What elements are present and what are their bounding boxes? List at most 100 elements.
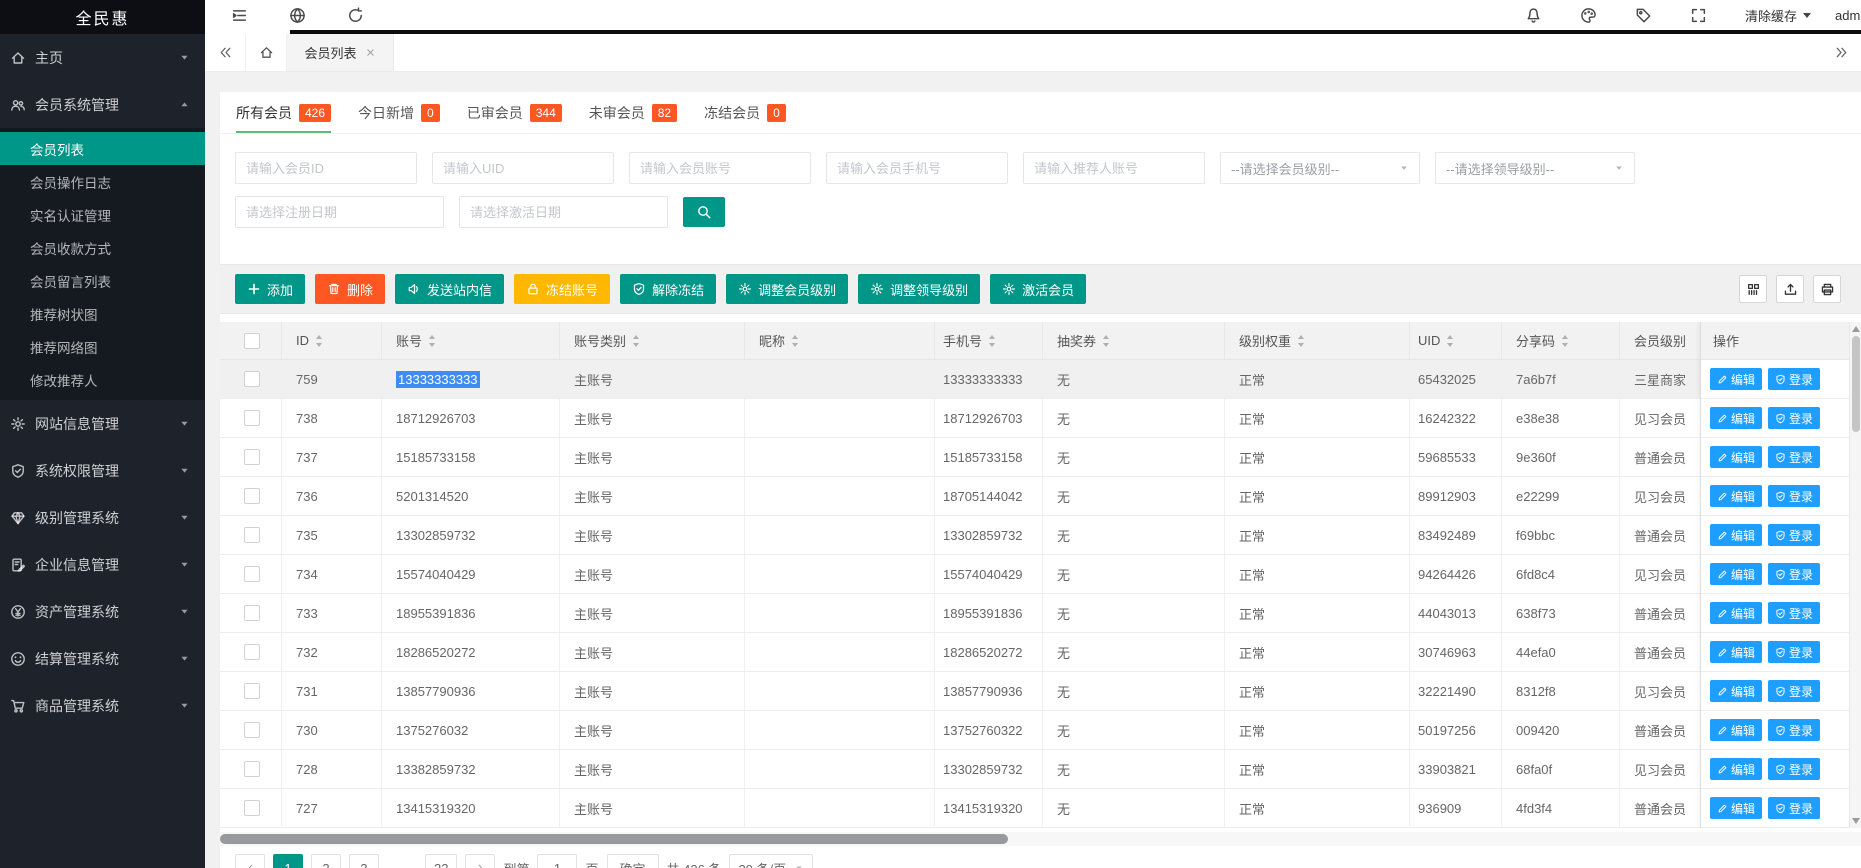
edit-button[interactable]: 编辑 bbox=[1710, 524, 1762, 546]
page-button[interactable]: 2 bbox=[311, 854, 341, 868]
sort-icon[interactable] bbox=[791, 334, 799, 348]
login-button[interactable]: 登录 bbox=[1768, 446, 1820, 468]
expand-tabs-button[interactable] bbox=[1821, 34, 1861, 71]
login-button[interactable]: 登录 bbox=[1768, 407, 1820, 429]
next-page-button[interactable] bbox=[465, 854, 495, 868]
close-icon[interactable] bbox=[365, 47, 376, 58]
row-checkbox[interactable] bbox=[244, 683, 260, 699]
sidebar-item[interactable]: 级别管理系统 bbox=[0, 494, 205, 541]
sort-icon[interactable] bbox=[315, 334, 323, 348]
login-button[interactable]: 登录 bbox=[1768, 485, 1820, 507]
row-checkbox[interactable] bbox=[244, 488, 260, 504]
toolbar-button[interactable]: 调整领导级别 bbox=[858, 274, 980, 304]
scroll-up-arrow[interactable] bbox=[1852, 326, 1860, 332]
edit-button[interactable]: 编辑 bbox=[1710, 680, 1762, 702]
filter-select[interactable]: --请选择领导级别-- bbox=[1435, 152, 1635, 184]
edit-button[interactable]: 编辑 bbox=[1710, 563, 1762, 585]
vertical-scrollbar[interactable] bbox=[1849, 322, 1861, 828]
toolbar-button[interactable]: 调整会员级别 bbox=[726, 274, 848, 304]
toolbar-button[interactable]: 删除 bbox=[315, 274, 385, 304]
login-button[interactable]: 登录 bbox=[1768, 641, 1820, 663]
row-checkbox[interactable] bbox=[244, 449, 260, 465]
refresh-icon[interactable] bbox=[347, 7, 364, 24]
home-tab[interactable] bbox=[245, 34, 287, 71]
table-tool-button[interactable] bbox=[1739, 275, 1767, 303]
sidebar-item[interactable]: 主页 bbox=[0, 34, 205, 81]
filter-input[interactable] bbox=[432, 152, 614, 184]
toolbar-button[interactable]: 冻结账号 bbox=[514, 274, 610, 304]
page-button[interactable]: ... bbox=[387, 854, 417, 868]
edit-button[interactable]: 编辑 bbox=[1710, 407, 1762, 429]
row-checkbox[interactable] bbox=[244, 722, 260, 738]
horizontal-scrollbar[interactable] bbox=[220, 832, 1861, 846]
confirm-button[interactable]: 确定 bbox=[607, 854, 659, 868]
toolbar-button[interactable]: 添加 bbox=[235, 274, 305, 304]
edit-button[interactable]: 编辑 bbox=[1710, 602, 1762, 624]
row-checkbox[interactable] bbox=[244, 371, 260, 387]
sidebar-subitem[interactable]: 会员列表 bbox=[0, 132, 205, 165]
member-filter-tab[interactable]: 已审会员 344 bbox=[467, 92, 562, 133]
sort-icon[interactable] bbox=[632, 334, 640, 348]
toolbar-button[interactable]: 发送站内信 bbox=[395, 274, 504, 304]
edit-button[interactable]: 编辑 bbox=[1710, 446, 1762, 468]
sidebar-subitem[interactable]: 实名认证管理 bbox=[0, 198, 205, 231]
sidebar-subitem[interactable]: 推荐树状图 bbox=[0, 297, 205, 330]
table-tool-button[interactable] bbox=[1776, 275, 1804, 303]
edit-button[interactable]: 编辑 bbox=[1710, 368, 1762, 390]
filter-input[interactable] bbox=[629, 152, 811, 184]
page-button[interactable]: 3 bbox=[349, 854, 379, 868]
row-checkbox[interactable] bbox=[244, 605, 260, 621]
login-button[interactable]: 登录 bbox=[1768, 719, 1820, 741]
collapse-tabs-button[interactable] bbox=[205, 34, 245, 71]
toolbar-button[interactable]: 激活会员 bbox=[990, 274, 1086, 304]
sort-icon[interactable] bbox=[1561, 334, 1569, 348]
horizontal-scrollbar-thumb[interactable] bbox=[220, 834, 1008, 844]
edit-button[interactable]: 编辑 bbox=[1710, 719, 1762, 741]
login-button[interactable]: 登录 bbox=[1768, 602, 1820, 624]
date-filter-input[interactable] bbox=[459, 196, 668, 228]
member-filter-tab[interactable]: 未审会员 82 bbox=[589, 92, 677, 133]
username[interactable]: admin bbox=[1835, 8, 1861, 23]
row-checkbox[interactable] bbox=[244, 800, 260, 816]
sort-icon[interactable] bbox=[988, 334, 996, 348]
scroll-down-arrow[interactable] bbox=[1852, 818, 1860, 824]
row-checkbox[interactable] bbox=[244, 566, 260, 582]
sidebar-item[interactable]: 企业信息管理 bbox=[0, 541, 205, 588]
login-button[interactable]: 登录 bbox=[1768, 680, 1820, 702]
date-filter-input[interactable] bbox=[235, 196, 444, 228]
edit-button[interactable]: 编辑 bbox=[1710, 641, 1762, 663]
sort-icon[interactable] bbox=[428, 334, 436, 348]
bell-icon[interactable] bbox=[1525, 7, 1542, 24]
sort-icon[interactable] bbox=[1297, 334, 1305, 348]
sidebar-subitem[interactable]: 会员留言列表 bbox=[0, 264, 205, 297]
jump-page-input[interactable] bbox=[537, 854, 577, 868]
menu-toggle-icon[interactable] bbox=[231, 7, 248, 24]
row-checkbox[interactable] bbox=[244, 761, 260, 777]
vertical-scrollbar-thumb[interactable] bbox=[1852, 336, 1860, 432]
edit-button[interactable]: 编辑 bbox=[1710, 758, 1762, 780]
login-button[interactable]: 登录 bbox=[1768, 524, 1820, 546]
member-filter-tab[interactable]: 今日新增 0 bbox=[358, 92, 440, 133]
globe-icon[interactable] bbox=[289, 7, 306, 24]
login-button[interactable]: 登录 bbox=[1768, 563, 1820, 585]
tag-icon[interactable] bbox=[1635, 7, 1652, 24]
page-button[interactable]: 1 bbox=[273, 854, 303, 868]
sidebar-subitem[interactable]: 推荐网络图 bbox=[0, 330, 205, 363]
filter-input[interactable] bbox=[826, 152, 1008, 184]
page-button[interactable]: 22 bbox=[425, 854, 457, 868]
login-button[interactable]: 登录 bbox=[1768, 758, 1820, 780]
sidebar-subitem[interactable]: 修改推荐人 bbox=[0, 363, 205, 396]
sidebar-item[interactable]: 资产管理系统 bbox=[0, 588, 205, 635]
member-filter-tab[interactable]: 所有会员 426 bbox=[236, 92, 331, 133]
login-button[interactable]: 登录 bbox=[1768, 368, 1820, 390]
row-checkbox[interactable] bbox=[244, 644, 260, 660]
sort-icon[interactable] bbox=[1446, 334, 1454, 348]
sidebar-item[interactable]: 结算管理系统 bbox=[0, 635, 205, 682]
fullscreen-icon[interactable] bbox=[1690, 7, 1707, 24]
login-button[interactable]: 登录 bbox=[1768, 797, 1820, 819]
per-page-select[interactable]: 20 条/页 bbox=[729, 854, 813, 868]
sidebar-item[interactable]: 商品管理系统 bbox=[0, 682, 205, 729]
filter-input[interactable] bbox=[235, 152, 417, 184]
prev-page-button[interactable] bbox=[235, 854, 265, 868]
select-all-checkbox[interactable] bbox=[244, 333, 260, 349]
